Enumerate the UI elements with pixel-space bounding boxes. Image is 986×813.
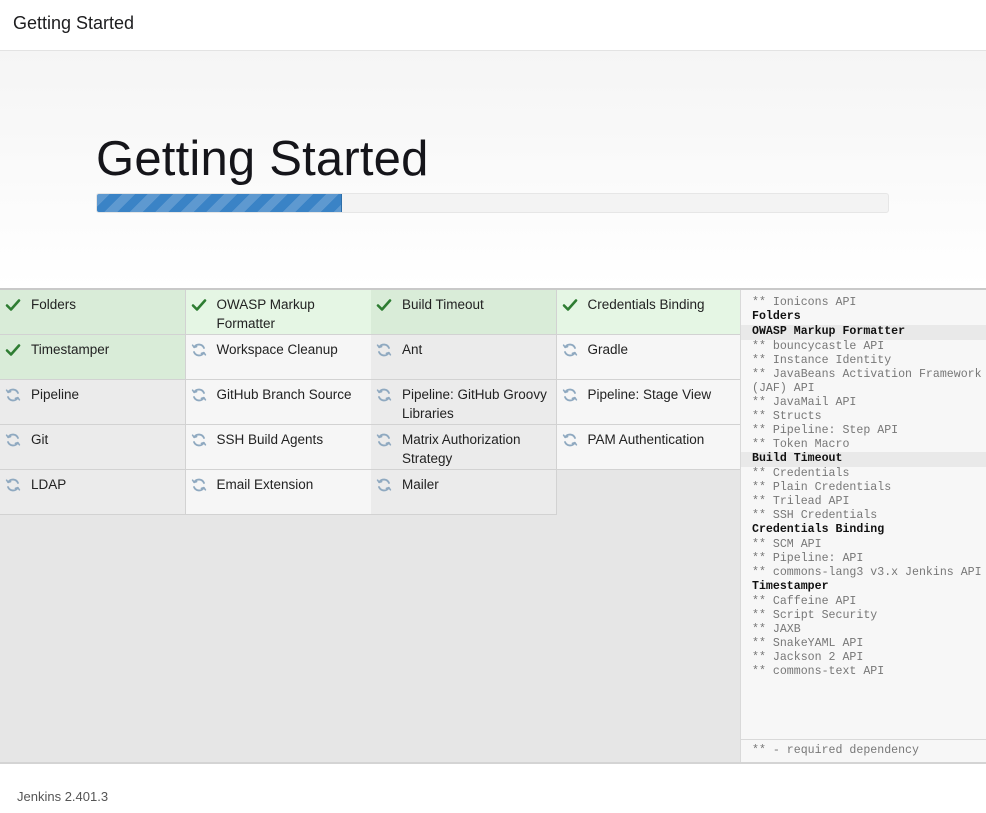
log-dependency-line: ** JavaMail API xyxy=(752,396,857,409)
log-dependency-line: ** JavaBeans Activation Framework (JAF) … xyxy=(752,368,982,395)
plugin-item: Matrix Authorization Strategy xyxy=(371,425,557,470)
install-progress-fill xyxy=(97,194,343,212)
plugin-label: Build Timeout xyxy=(402,297,484,312)
log-dependency-line: ** Script Security xyxy=(752,609,878,622)
log-plugin-heading: Folders xyxy=(752,310,801,323)
refresh-icon xyxy=(191,387,207,403)
refresh-icon xyxy=(562,342,578,358)
log-dependency-line: ** Ionicons API xyxy=(752,296,857,309)
plugin-label: OWASP Markup Formatter xyxy=(216,297,315,331)
refresh-icon xyxy=(376,342,392,358)
plugin-item: Mailer xyxy=(371,470,557,515)
plugin-label: PAM Authentication xyxy=(587,432,705,447)
check-icon xyxy=(191,297,207,313)
plugin-item: Pipeline xyxy=(0,380,186,425)
plugin-item: OWASP Markup Formatter xyxy=(185,290,372,335)
plugin-label: Timestamper xyxy=(31,342,110,357)
plugin-install-panel: Folders OWASP Markup Formatter Build Timeo… xyxy=(0,288,986,764)
plugin-item: PAM Authentication xyxy=(556,425,743,470)
plugin-item: Pipeline: GitHub Groovy Libraries xyxy=(371,380,557,425)
plugin-label: Email Extension xyxy=(216,477,314,492)
refresh-icon xyxy=(562,387,578,403)
log-dependency-line: ** SnakeYAML API xyxy=(752,637,864,650)
plugin-label: GitHub Branch Source xyxy=(216,387,352,402)
log-dependency-line: ** bouncycastle API xyxy=(752,340,885,353)
log-dependency-line: ** Plain Credentials xyxy=(752,481,892,494)
plugin-item: SSH Build Agents xyxy=(185,425,372,470)
check-icon xyxy=(5,297,21,313)
check-icon xyxy=(376,297,392,313)
refresh-icon xyxy=(191,477,207,493)
log-dependency-line: ** JAXB xyxy=(752,623,801,636)
log-dependency-line: ** Pipeline: API xyxy=(752,552,864,565)
log-plugin-heading: OWASP Markup Formatter xyxy=(741,325,986,340)
log-dependency-line: ** SSH Credentials xyxy=(752,509,878,522)
plugin-item: Timestamper xyxy=(0,335,186,380)
log-plugin-heading: Timestamper xyxy=(752,580,829,593)
check-icon xyxy=(5,342,21,358)
refresh-icon xyxy=(562,432,578,448)
plugin-item: LDAP xyxy=(0,470,186,515)
plugin-item: Build Timeout xyxy=(371,290,557,335)
log-dependency-line: ** Jackson 2 API xyxy=(752,651,864,664)
plugin-label: LDAP xyxy=(31,477,67,492)
plugin-item: Folders xyxy=(0,290,186,335)
refresh-icon xyxy=(5,387,21,403)
log-dependency-line: ** Pipeline: Step API xyxy=(752,424,899,437)
hero-section: Getting Started xyxy=(0,51,986,288)
plugin-label: Pipeline: Stage View xyxy=(587,387,712,402)
refresh-icon xyxy=(191,342,207,358)
plugin-item: Ant xyxy=(371,335,557,380)
plugin-label: Pipeline: GitHub Groovy Libraries xyxy=(402,387,547,421)
plugin-label: Matrix Authorization Strategy xyxy=(402,432,521,466)
refresh-icon xyxy=(5,432,21,448)
log-dependency-line: ** Token Macro xyxy=(752,438,850,451)
refresh-icon xyxy=(376,387,392,403)
plugin-item: Email Extension xyxy=(185,470,372,515)
plugin-item: Workspace Cleanup xyxy=(185,335,372,380)
plugin-label: Pipeline xyxy=(31,387,80,402)
plugin-label: Gradle xyxy=(587,342,629,357)
log-plugin-heading: Build Timeout xyxy=(741,452,986,467)
plugin-label: Mailer xyxy=(402,477,439,492)
log-dependency-line: ** commons-text API xyxy=(752,665,885,678)
plugin-item: GitHub Branch Source xyxy=(185,380,372,425)
log-dependency-line: ** Instance Identity xyxy=(752,354,892,367)
log-plugin-heading: Credentials Binding xyxy=(752,523,885,536)
plugin-item: Pipeline: Stage View xyxy=(556,380,743,425)
log-dependency-line: ** Trilead API xyxy=(752,495,850,508)
log-dependency-line: ** commons-lang3 v3.x Jenkins API xyxy=(752,566,982,579)
log-legend: ** - required dependency xyxy=(741,739,986,762)
plugin-label: Ant xyxy=(402,342,423,357)
jenkins-version: Jenkins 2.401.3 xyxy=(17,789,109,804)
check-icon xyxy=(562,297,578,313)
install-log-panel[interactable]: ** Ionicons API Folders OWASP Markup Forma… xyxy=(740,290,986,762)
plugin-label: Folders xyxy=(31,297,77,312)
plugin-item: Credentials Binding xyxy=(556,290,743,335)
hero-heading: Getting Started xyxy=(96,132,429,186)
page-title: Getting Started xyxy=(13,13,135,33)
log-dependency-line: ** Caffeine API xyxy=(752,595,857,608)
plugin-label: Git xyxy=(31,432,49,447)
refresh-icon xyxy=(376,477,392,493)
log-dependency-line: ** Credentials xyxy=(752,467,850,480)
plugin-item: Git xyxy=(0,425,186,470)
plugin-label: SSH Build Agents xyxy=(216,432,324,447)
top-bar: Getting Started xyxy=(0,0,986,51)
refresh-icon xyxy=(5,477,21,493)
plugin-label: Credentials Binding xyxy=(587,297,705,312)
install-progress-bar xyxy=(96,193,889,213)
plugin-label: Workspace Cleanup xyxy=(216,342,338,357)
log-dependency-line: ** Structs xyxy=(752,410,822,423)
plugin-item: Gradle xyxy=(556,335,743,380)
install-log: ** Ionicons API Folders OWASP Markup Forma… xyxy=(741,290,986,679)
refresh-icon xyxy=(376,432,392,448)
log-dependency-line: ** SCM API xyxy=(752,538,822,551)
refresh-icon xyxy=(191,432,207,448)
